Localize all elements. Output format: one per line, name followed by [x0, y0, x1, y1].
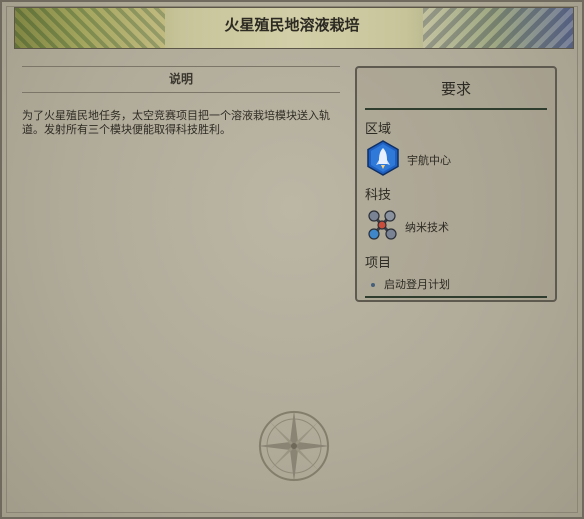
divider — [22, 92, 340, 93]
project-name: 启动登月计划 — [384, 278, 450, 291]
description-heading: 说明 — [168, 72, 193, 86]
tech-requirement[interactable]: 纳米技术 — [365, 208, 449, 246]
page-title: 火星殖民地溶液栽培 — [224, 16, 360, 34]
requirements-title: 要求 — [440, 80, 471, 98]
nanotech-molecule-icon — [365, 208, 399, 246]
project-label: 项目 — [365, 256, 392, 271]
bullet-icon — [371, 283, 375, 287]
project-item[interactable]: 启动登月计划 — [371, 276, 450, 292]
tech-name: 纳米技术 — [405, 221, 449, 234]
tech-label: 科技 — [365, 188, 392, 203]
divider — [365, 108, 547, 110]
description-text: 为了火星殖民地任务，太空竞赛项目把一个溶液栽培模块送入轨道。发射所有三个模块便能… — [22, 109, 330, 136]
district-requirement[interactable]: 宇航中心 — [365, 140, 451, 180]
requirements-panel: 要求 区域 宇航中心 科技 纳米技术 项目 启动登月计划 — [355, 66, 557, 302]
compass-rose-icon — [254, 406, 334, 486]
district-label: 区域 — [365, 122, 392, 137]
divider — [22, 66, 340, 67]
rocket-district-icon — [365, 140, 401, 180]
divider — [365, 296, 547, 298]
district-name: 宇航中心 — [407, 154, 451, 167]
pedia-panel: 火星殖民地溶液栽培 说明 为了火星殖民地任务，太空竞赛项目把一个溶液栽培模块送入… — [0, 0, 584, 519]
